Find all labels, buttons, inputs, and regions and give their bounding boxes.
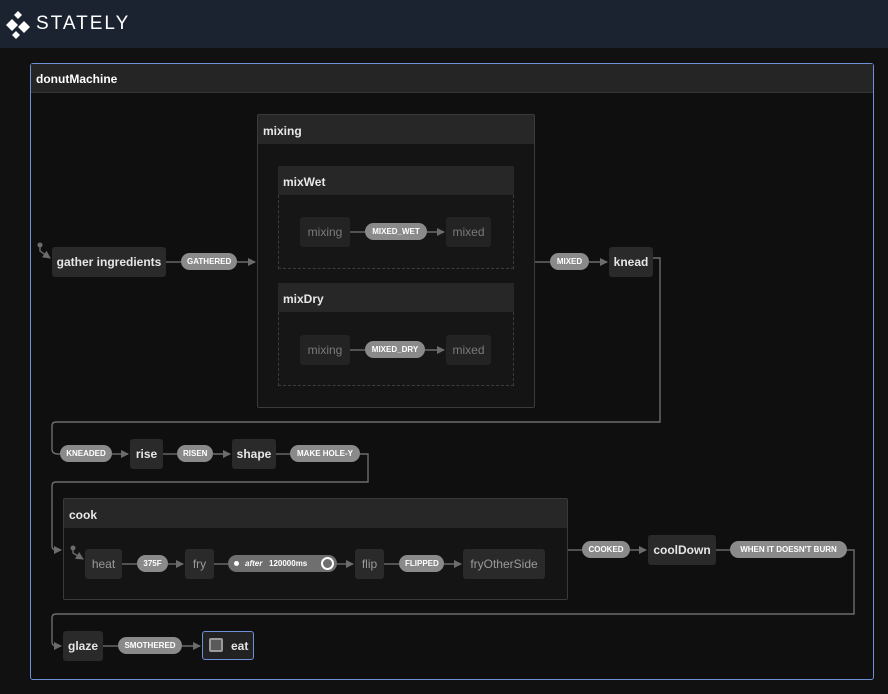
state-eat-label: eat <box>231 639 249 653</box>
state-gather-ingredients[interactable]: gather ingredients <box>52 247 166 277</box>
event-mixed[interactable]: MIXED <box>550 253 589 270</box>
timer-dot-icon <box>234 561 239 566</box>
event-after-value: 120000ms <box>269 559 308 568</box>
event-mixed-dry[interactable]: MIXED_DRY <box>365 341 425 358</box>
state-mixwet-mixed[interactable]: mixed <box>446 217 491 247</box>
state-fry-other-side[interactable]: fryOtherSide <box>463 549 545 579</box>
state-cool-down[interactable]: coolDown <box>648 535 716 565</box>
state-mixdry-mixing[interactable]: mixing <box>300 335 350 365</box>
state-glaze[interactable]: glaze <box>63 631 103 661</box>
event-cooked[interactable]: COOKED <box>582 541 630 558</box>
event-mixed-wet[interactable]: MIXED_WET <box>365 223 427 240</box>
event-delayed-after[interactable]: after 120000ms <box>228 555 337 572</box>
event-flipped[interactable]: FLIPPED <box>399 555 444 572</box>
event-smothered[interactable]: SMOTHERED <box>118 637 182 654</box>
final-state-icon <box>209 638 223 652</box>
state-flip[interactable]: flip <box>355 549 384 579</box>
state-heat[interactable]: heat <box>85 549 122 579</box>
state-shape[interactable]: shape <box>232 439 276 469</box>
state-knead[interactable]: knead <box>609 247 653 277</box>
event-after-label: after <box>245 559 263 568</box>
event-375f[interactable]: 375F <box>137 555 168 572</box>
state-mixwet-mixing[interactable]: mixing <box>300 217 350 247</box>
state-fry[interactable]: fry <box>185 549 214 579</box>
event-risen[interactable]: RISEN <box>177 445 213 462</box>
state-eat[interactable]: eat <box>202 631 254 660</box>
event-when-it-doesnt-burn[interactable]: WHEN IT DOESN'T BURN <box>730 541 847 558</box>
timer-ring-icon <box>321 557 334 570</box>
event-kneaded[interactable]: KNEADED <box>60 445 112 462</box>
event-gathered[interactable]: GATHERED <box>181 253 237 270</box>
state-mixdry-mixed[interactable]: mixed <box>446 335 491 365</box>
transition-edges <box>37 228 855 650</box>
state-rise[interactable]: rise <box>130 439 163 469</box>
event-make-hole[interactable]: MAKE HOLE-Y <box>290 445 360 462</box>
